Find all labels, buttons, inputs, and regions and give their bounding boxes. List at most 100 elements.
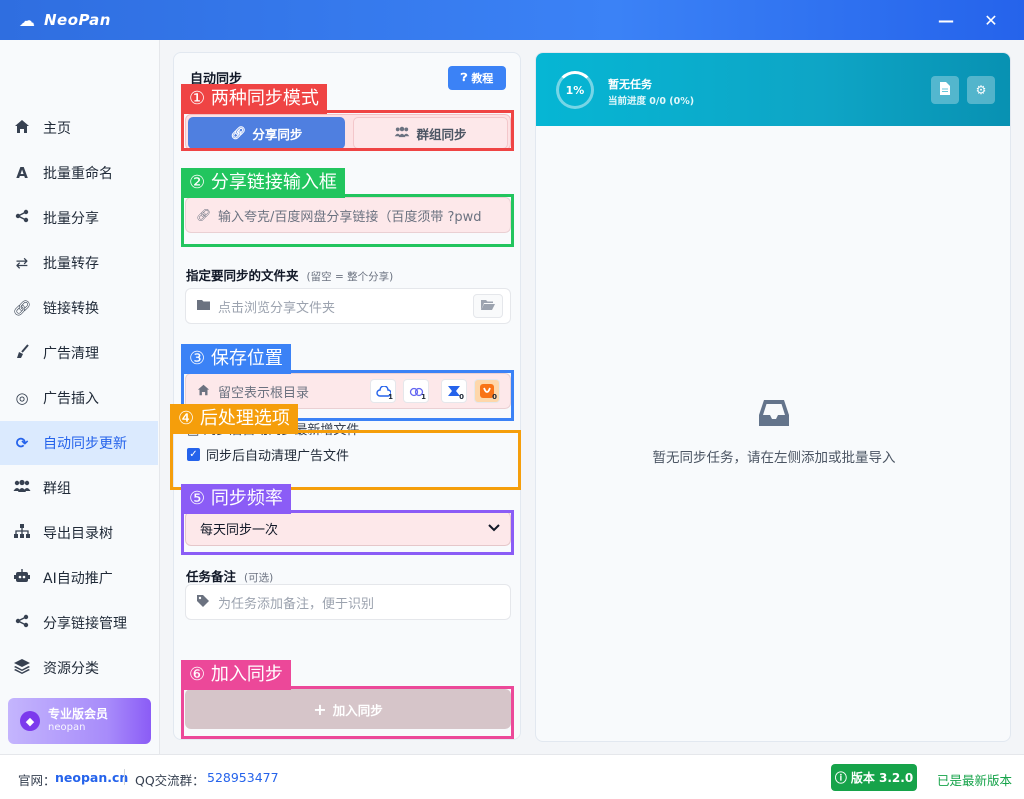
app-title: NeoPan: [44, 11, 111, 29]
folder-icon: [196, 299, 210, 313]
sidebar-item-label: 主页: [43, 121, 71, 137]
folder-hint: (留空 = 整个分享): [306, 271, 394, 283]
task-panel: 1% 暂无任务 当前进度 0/0 (0%) ⚙ 暂无同步任务，请在左侧添加或批量…: [535, 52, 1011, 742]
tutorial-label: 教程: [471, 72, 494, 85]
qq-group-link[interactable]: 528953477: [207, 770, 279, 785]
sidebar-item-export-tree[interactable]: 导出目录树: [0, 511, 158, 555]
sidebar-item-label: 广告清理: [43, 346, 99, 362]
callout-label-share-link: ② 分享链接输入框: [181, 168, 345, 198]
baidu-cloud-icon[interactable]: 1: [370, 379, 396, 403]
mode-share-sync[interactable]: 🔗︎ 分享同步: [188, 117, 345, 149]
folder-input[interactable]: 点击浏览分享文件夹: [185, 288, 511, 324]
share-icon: [11, 209, 33, 227]
mode-group-sync[interactable]: 群组同步: [353, 117, 508, 149]
question-circle-icon: ❓︎: [460, 71, 468, 84]
users-icon: [11, 479, 33, 497]
callout-label-save-location: ③ 保存位置: [181, 344, 291, 374]
sidebar-item-label: 广告插入: [43, 391, 99, 407]
note-input[interactable]: 为任务添加备注，便于识别: [185, 584, 511, 620]
sync-icon: ⟳: [15, 434, 29, 452]
callout-label-post-process: ④ 后处理选项: [170, 404, 298, 434]
cloud-count: 0: [459, 393, 464, 401]
robot-icon: [11, 569, 33, 587]
chevron-down-icon: [488, 521, 500, 536]
sidebar-item-batch-rename[interactable]: A 批量重命名: [0, 151, 158, 195]
users-icon: [394, 126, 410, 141]
sidebar-item-ad-clean[interactable]: 广告清理: [0, 331, 158, 375]
plus-icon: +: [313, 699, 327, 719]
sync-mode-toggle: 🔗︎ 分享同步 群组同步: [185, 114, 511, 150]
sidebar-item-label: 链接转换: [43, 301, 99, 317]
sidebar-item-label: 分享链接管理: [43, 616, 127, 632]
font-icon: A: [16, 164, 28, 182]
add-sync-button[interactable]: + 加入同步: [185, 689, 511, 729]
sidebar-item-auto-sync[interactable]: ⟳ 自动同步更新: [0, 421, 158, 465]
cloud-count: 1: [421, 393, 426, 401]
aliyun-cloud-icon[interactable]: 1: [403, 379, 429, 403]
sidebar-item-batch-share[interactable]: 批量分享: [0, 196, 158, 240]
sidebar-item-label: 批量转存: [43, 256, 99, 272]
info-circle-icon: ⓘ: [834, 771, 847, 785]
close-button[interactable]: ✕: [969, 0, 1013, 40]
share-alt-icon: [11, 614, 33, 632]
task-header: 1% 暂无任务 当前进度 0/0 (0%) ⚙: [536, 53, 1010, 126]
note-placeholder: 为任务添加备注，便于识别: [218, 596, 375, 612]
folder-label: 指定要同步的文件夹: [186, 268, 299, 283]
file-icon: [940, 82, 950, 98]
inbox-icon: [758, 398, 790, 428]
sidebar-item-label: 群组: [43, 481, 71, 497]
site-label: 官网：: [18, 773, 56, 788]
sidebar-item-label: 批量重命名: [43, 166, 113, 182]
sidebar-item-label: 资源分类: [43, 661, 99, 677]
share-link-placeholder: 输入夸克/百度网盘分享链接（百度须带 ?pwd: [218, 209, 482, 225]
sidebar-item-home[interactable]: 主页: [0, 106, 158, 150]
sidebar-item-resource-category[interactable]: 资源分类: [0, 646, 158, 690]
note-label: 任务备注: [186, 569, 237, 584]
log-button[interactable]: [931, 76, 959, 104]
pro-title: 专业版会员: [48, 707, 109, 721]
sidebar-item-link-convert[interactable]: 🔗︎ 链接转换: [0, 286, 158, 330]
share-link-input[interactable]: 🔗︎ 输入夸克/百度网盘分享链接（百度须带 ?pwd: [185, 197, 511, 233]
pro-username: neopan: [48, 722, 86, 733]
uc-icon[interactable]: 0: [474, 379, 500, 403]
sidebar: 主页 A 批量重命名 批量分享 ⇄ 批量转存 🔗︎ 链接转换 广告清理 ◎ 广告…: [0, 40, 160, 754]
sidebar-item-label: 自动同步更新: [43, 436, 127, 452]
divider: [124, 769, 125, 785]
empty-state-text: 暂无同步任务，请在左侧添加或批量导入: [652, 450, 896, 466]
sidebar-item-batch-transfer[interactable]: ⇄ 批量转存: [0, 241, 158, 285]
cloud-logo-icon: ☁: [19, 10, 35, 30]
minimize-button[interactable]: —: [924, 0, 968, 40]
auto-clean-option[interactable]: ✓ 同步后自动清理广告文件: [187, 445, 349, 464]
sync-form-panel: 自动同步 ❓︎ 教程 🔗︎ 分享同步 群组同步 🔗︎ 输入夸克/百度网盘分享链接…: [173, 52, 521, 740]
sidebar-item-ad-insert[interactable]: ◎ 广告插入: [0, 376, 158, 420]
home-icon: [11, 119, 33, 138]
version-badge[interactable]: ⓘ 版本 3.2.0: [831, 764, 917, 791]
note-hint: (可选): [244, 572, 274, 584]
frequency-value: 每天同步一次: [200, 523, 279, 538]
site-link[interactable]: neopan.cn: [55, 770, 128, 785]
tutorial-button[interactable]: ❓︎ 教程: [448, 66, 506, 90]
callout-label-sync-mode: ① 两种同步模式: [181, 84, 327, 114]
browse-folder-button[interactable]: [473, 294, 503, 318]
folder-placeholder: 点击浏览分享文件夹: [218, 300, 336, 316]
status-footer: 官网： neopan.cn QQ交流群： 528953477 ⓘ 版本 3.2.…: [0, 754, 1024, 799]
task-title: 暂无任务: [608, 78, 652, 91]
pro-member-card[interactable]: ◆ 专业版会员 neopan: [8, 698, 151, 744]
sidebar-item-share-links[interactable]: 分享链接管理: [0, 601, 158, 645]
callout-label-frequency: ⑤ 同步频率: [181, 484, 291, 514]
home-icon: [196, 384, 210, 399]
sidebar-item-groups[interactable]: 群组: [0, 466, 158, 510]
layers-icon: [11, 658, 33, 678]
sync-frequency-select[interactable]: 每天同步一次: [185, 511, 511, 546]
gear-icon: ⚙: [975, 83, 987, 97]
checkbox-checked-icon[interactable]: ✓: [187, 448, 200, 461]
title-bar: ☁ NeoPan — ✕: [0, 0, 1024, 40]
task-progress: 当前进度 0/0 (0%): [608, 96, 695, 107]
gem-icon: ◆: [20, 711, 40, 731]
cloud-count: 0: [492, 393, 497, 401]
sidebar-item-label: AI自动推广: [43, 571, 113, 587]
sidebar-item-ai-promo[interactable]: AI自动推广: [0, 556, 158, 600]
settings-button[interactable]: ⚙: [967, 76, 995, 104]
xunlei-icon[interactable]: 0: [441, 379, 467, 403]
cloud-count: 1: [388, 393, 393, 401]
